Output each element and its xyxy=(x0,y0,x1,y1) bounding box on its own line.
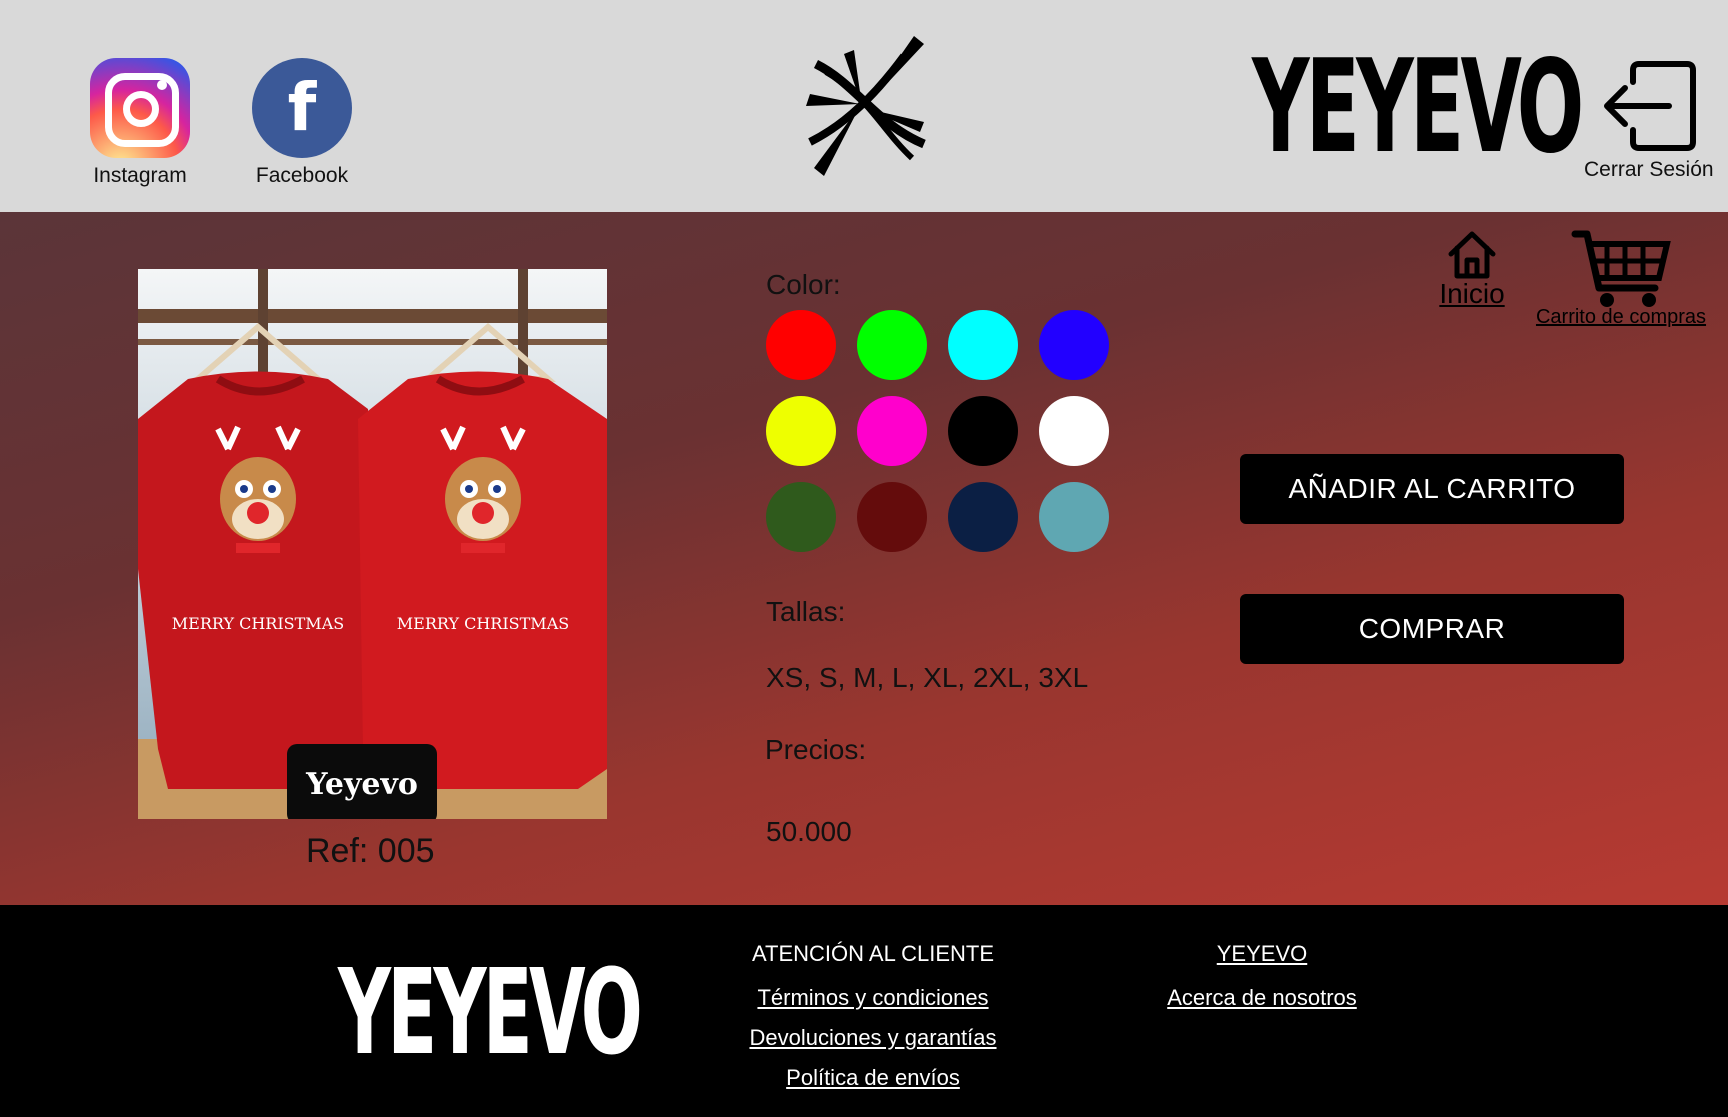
facebook-link[interactable]: f Facebook xyxy=(252,58,352,188)
facebook-label: Facebook xyxy=(255,164,349,187)
instagram-label: Instagram xyxy=(93,164,187,187)
color-label: Color: xyxy=(766,269,841,300)
logout-label: Cerrar Sesión xyxy=(1584,158,1714,181)
footer-brand-logo: YEYEVO xyxy=(338,943,643,1081)
home-label: Inicio xyxy=(1439,278,1505,309)
add-to-cart-button[interactable]: AÑADIR AL CARRITO xyxy=(1240,454,1624,524)
customer-service-column: ATENCIÓN AL CLIENTE Términos y condicion… xyxy=(749,941,996,1105)
product-reference: Ref: 005 xyxy=(306,832,435,870)
home-icon xyxy=(1448,231,1496,279)
instagram-icon xyxy=(90,58,190,158)
customer-service-heading: ATENCIÓN AL CLIENTE xyxy=(751,941,995,966)
brand-emblem-icon xyxy=(806,36,926,176)
color-swatch[interactable] xyxy=(857,310,927,380)
color-swatch[interactable] xyxy=(1039,482,1109,552)
product-image: MERRY CHRISTMAS MERRY CHRISTMAS Yeyevo xyxy=(138,269,607,819)
top-header: Instagram f Facebook YEYEVO Cerrar Sesió… xyxy=(0,0,1728,212)
instagram-link[interactable]: Instagram xyxy=(90,58,190,188)
company-column: YEYEVO Acerca de nosotros xyxy=(1162,941,1362,1025)
logout-icon xyxy=(1603,61,1696,151)
company-heading[interactable]: YEYEVO xyxy=(1217,941,1307,967)
cart-label: Carrito de compras xyxy=(1535,306,1707,328)
color-swatch[interactable] xyxy=(948,482,1018,552)
color-swatch[interactable] xyxy=(857,482,927,552)
buy-button[interactable]: COMPRAR xyxy=(1240,594,1624,664)
color-swatch[interactable] xyxy=(1039,310,1109,380)
terms-link[interactable]: Términos y condiciones xyxy=(757,985,988,1011)
color-swatch[interactable] xyxy=(1039,396,1109,466)
logout-button[interactable]: Cerrar Sesión xyxy=(1584,60,1714,182)
sizes-value: XS, S, M, L, XL, 2XL, 3XL xyxy=(766,662,1089,693)
shipping-policy-link[interactable]: Política de envíos xyxy=(786,1065,960,1091)
footer: YEYEVO ATENCIÓN AL CLIENTE Términos y co… xyxy=(0,905,1728,1117)
print-text-left: MERRY CHRISTMAS xyxy=(172,614,344,633)
product-detail: MERRY CHRISTMAS MERRY CHRISTMAS Yeyevo R… xyxy=(0,212,1728,905)
cart-link[interactable]: Carrito de compras xyxy=(1526,228,1716,329)
color-swatch[interactable] xyxy=(766,482,836,552)
sizes-label: Tallas: xyxy=(766,596,846,627)
print-text-right: MERRY CHRISTMAS xyxy=(397,614,569,633)
about-us-link[interactable]: Acerca de nosotros xyxy=(1167,985,1357,1011)
image-watermark: Yeyevo xyxy=(305,767,418,802)
color-swatch[interactable] xyxy=(948,396,1018,466)
color-swatch[interactable] xyxy=(857,396,927,466)
returns-link[interactable]: Devoluciones y garantías xyxy=(749,1025,996,1051)
price-value: 50.000 xyxy=(766,816,852,847)
price-label: Precios: xyxy=(765,734,867,765)
color-swatch[interactable] xyxy=(766,310,836,380)
color-swatch[interactable] xyxy=(766,396,836,466)
shopping-cart-icon xyxy=(1571,230,1671,307)
brand-logo[interactable]: YEYEVO xyxy=(1252,44,1584,172)
color-swatch[interactable] xyxy=(948,310,1018,380)
facebook-icon: f xyxy=(252,58,352,158)
home-link[interactable]: Inicio xyxy=(1432,228,1512,310)
